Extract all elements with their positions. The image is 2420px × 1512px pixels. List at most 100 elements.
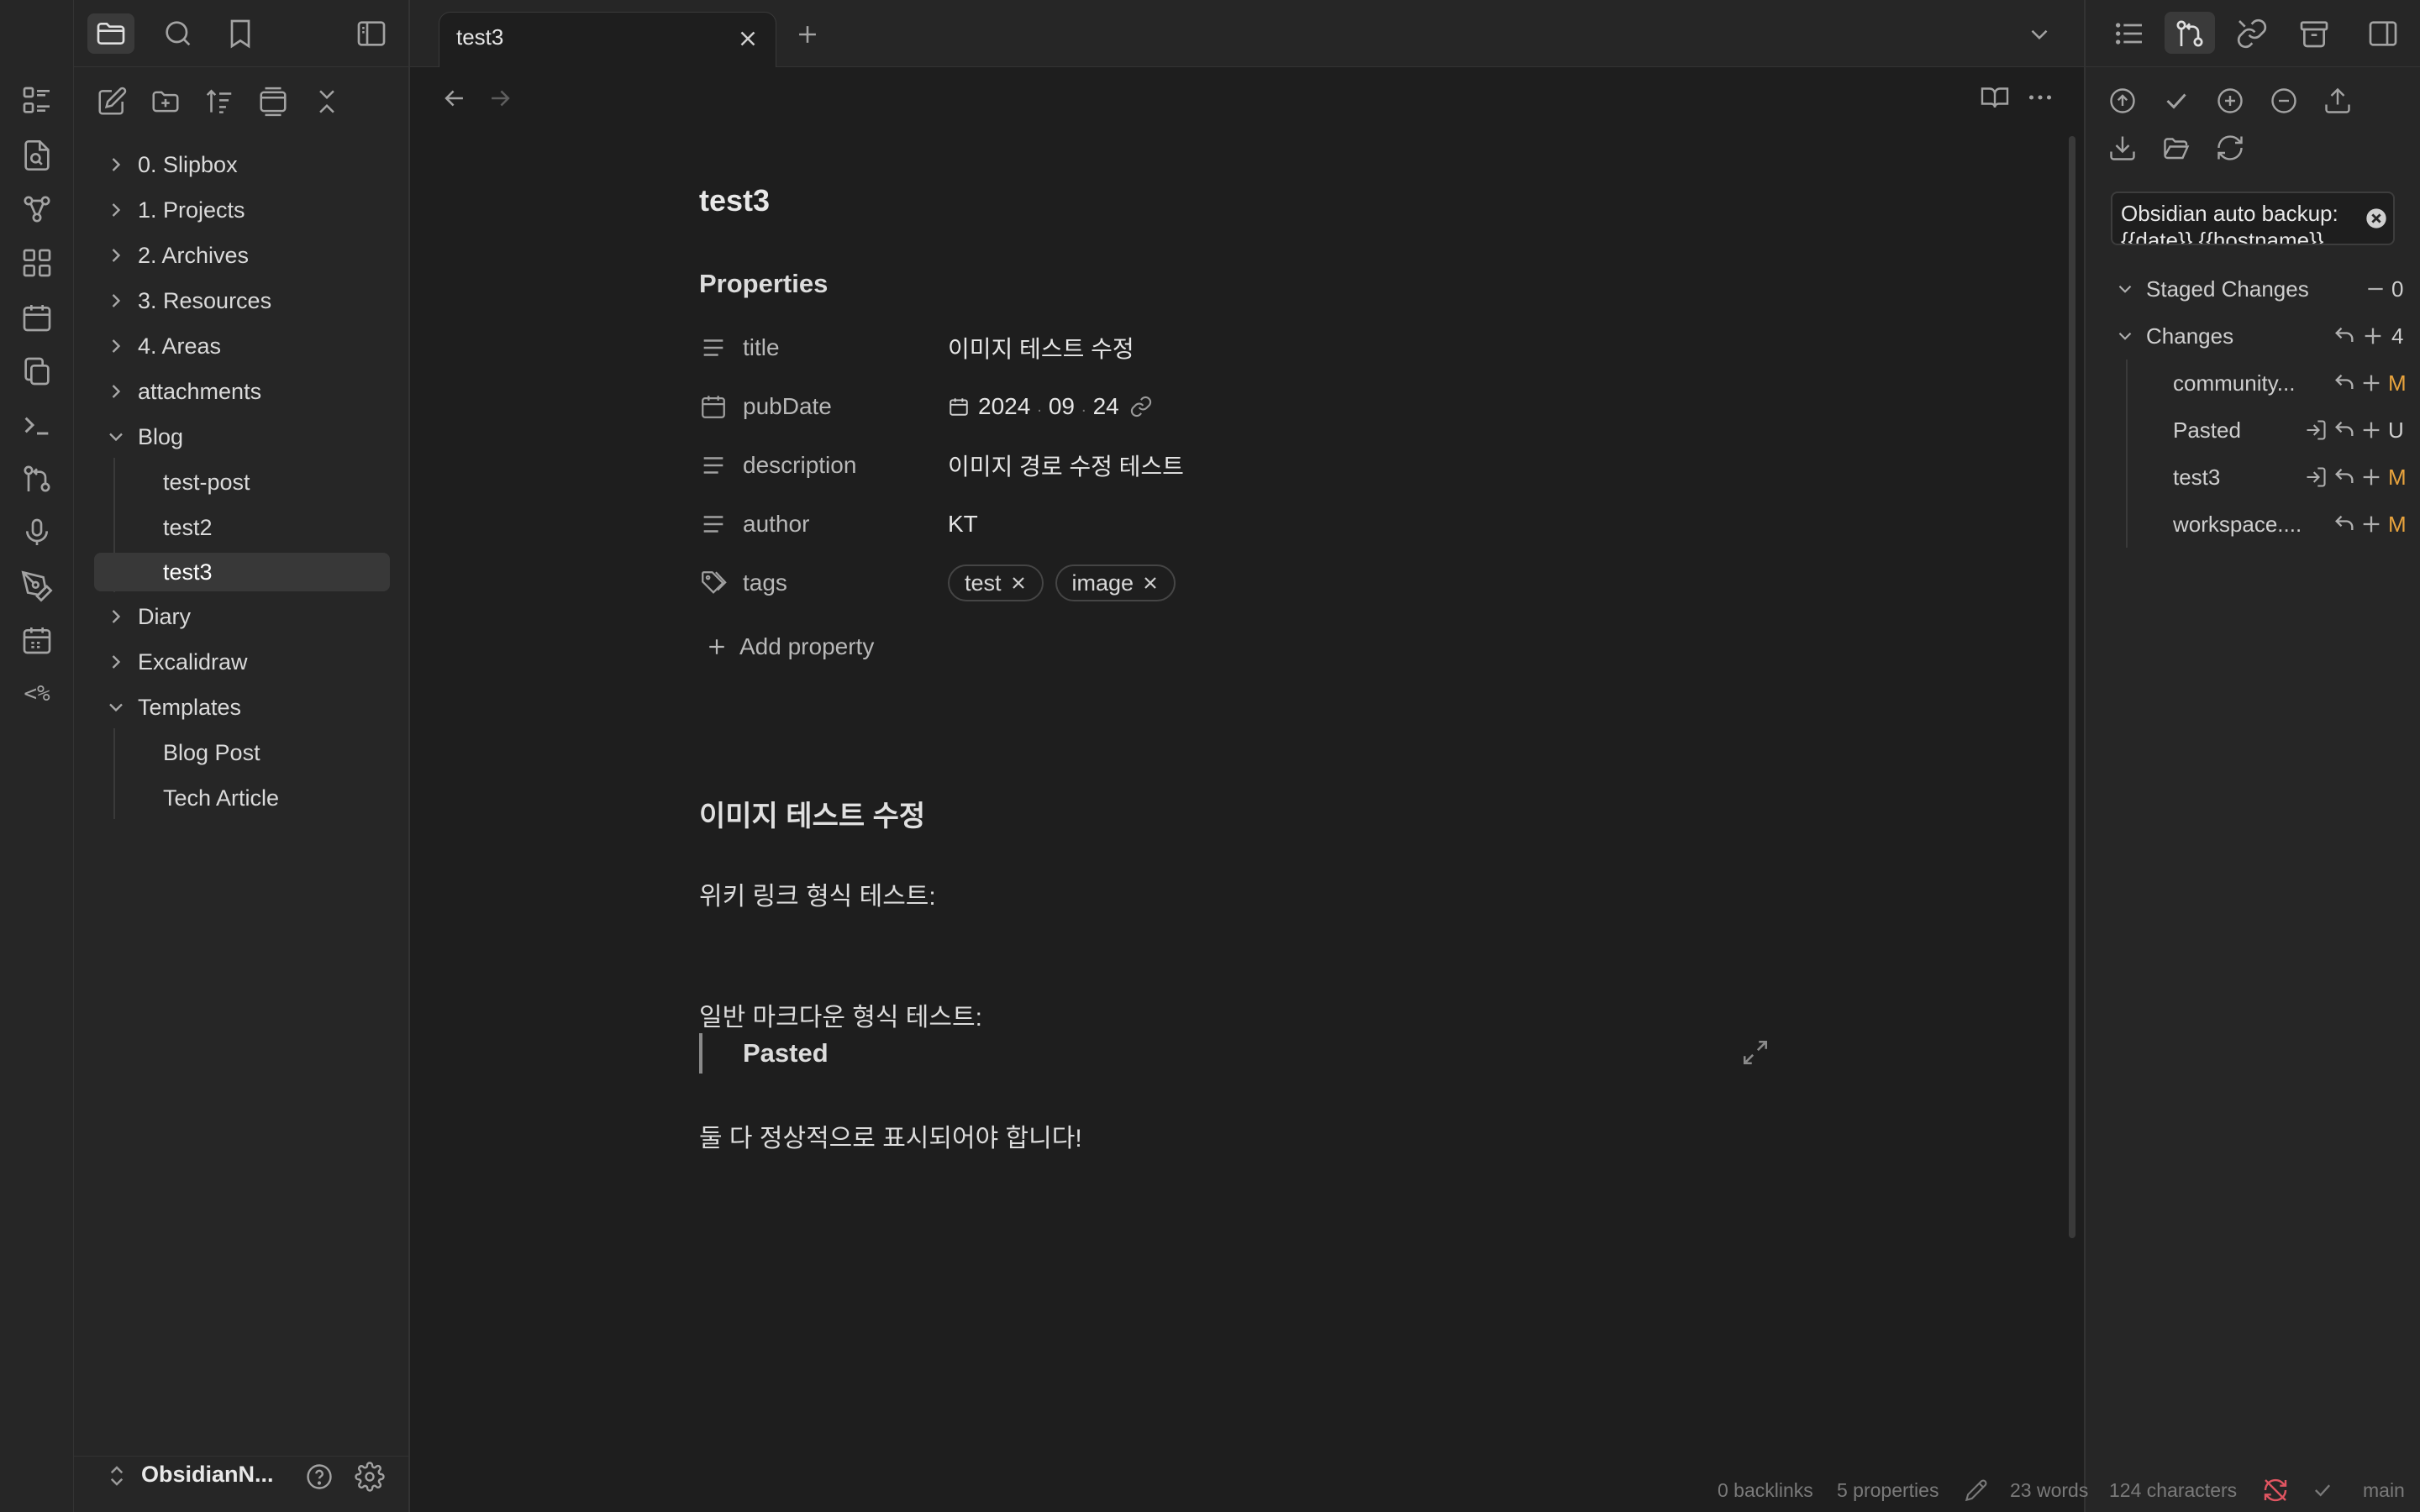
outline-list-icon[interactable] [2112,17,2146,50]
upload-icon[interactable] [2323,86,2353,116]
property-value[interactable]: 이미지 경로 수정 테스트 [948,449,1184,482]
scrollbar[interactable] [2069,136,2075,1238]
editing-mode-pencil-icon[interactable] [1965,1468,1990,1512]
daily-calendar-icon[interactable] [20,623,54,657]
templater-icon[interactable]: <% [17,677,57,711]
changed-file-row[interactable]: workspace.... M [2173,502,2408,546]
note-title[interactable]: test3 [699,183,770,218]
help-icon[interactable] [304,1462,334,1492]
archive-icon[interactable] [2297,17,2331,50]
property-tags[interactable]: tags test image [699,557,1455,609]
folder-attachments[interactable]: attachments [94,372,390,411]
git-source-control-icon[interactable] [2173,17,2207,50]
file-blog-post[interactable]: Blog Post [94,733,390,772]
properties-count[interactable]: 5 properties [1837,1468,1939,1512]
property-description[interactable]: description 이미지 경로 수정 테스트 [699,439,1455,491]
file-test2[interactable]: test2 [94,508,390,547]
backlinks-icon[interactable] [2235,17,2269,50]
file-test-post[interactable]: test-post [94,463,390,501]
file-search-icon[interactable] [20,139,54,172]
discard-undo-icon[interactable] [2333,371,2356,395]
tab-test3[interactable]: test3 [439,12,776,67]
new-note-icon[interactable] [96,86,128,118]
backlinks-count[interactable]: 0 backlinks [1718,1468,1813,1512]
stage-plus-icon[interactable] [2360,371,2383,395]
tab-list-chevron-down-icon[interactable] [2025,20,2054,49]
commit-check-icon[interactable] [2161,86,2191,116]
open-file-icon[interactable] [2304,418,2328,442]
sidebar-toggle-icon[interactable] [355,17,388,50]
folder-blog[interactable]: Blog [94,417,390,456]
unstage-all-icon[interactable] [2269,86,2299,116]
reading-view-book-icon[interactable] [1980,82,2010,113]
collapse-all-icon[interactable] [311,86,343,118]
stage-plus-icon[interactable] [2361,324,2385,348]
right-sidebar-toggle-icon[interactable] [2366,17,2400,50]
file-tech-article[interactable]: Tech Article [94,779,390,817]
embed-title[interactable]: Pasted [743,1038,829,1068]
property-value[interactable]: 이미지 테스트 수정 [948,331,1134,365]
paragraph[interactable]: 일반 마크다운 형식 테스트: [699,996,982,1033]
copy-files-icon[interactable] [20,354,54,388]
folder-icon[interactable] [94,17,128,50]
git-icon[interactable] [20,462,54,496]
changed-file-row[interactable]: test3 M [2173,455,2408,499]
remove-tag-icon[interactable] [1008,573,1028,593]
changed-file-row[interactable]: Pasted U [2173,408,2408,452]
link-icon[interactable] [1129,395,1153,418]
vault-switch-icon[interactable] [104,1463,129,1488]
stage-plus-icon[interactable] [2360,512,2383,536]
stage-plus-icon[interactable] [2360,418,2383,442]
sync-error-icon[interactable] [2262,1468,2291,1512]
clear-circle-x-icon[interactable] [2365,207,2388,230]
dashboard-icon[interactable] [20,84,54,118]
refresh-icon[interactable] [2215,133,2245,163]
download-pull-icon[interactable] [2107,133,2138,163]
microphone-icon[interactable] [20,516,54,549]
bookmark-icon[interactable] [224,17,257,50]
folder-1-projects[interactable]: 1. Projects [94,191,390,229]
forward-arrow-icon[interactable] [486,84,514,113]
date-input[interactable]: 2024 . 09 . 24 [948,393,1153,420]
tag-pill[interactable]: test [948,564,1044,601]
expand-embed-icon[interactable] [1741,1038,1770,1067]
unstage-minus-icon[interactable] [2365,278,2386,300]
changes-header[interactable]: Changes 4 [2114,314,2403,358]
settings-gear-icon[interactable] [355,1462,385,1492]
more-options-icon[interactable] [2025,82,2055,113]
search-icon[interactable] [161,17,195,50]
git-check-icon[interactable] [2311,1468,2336,1512]
paragraph[interactable]: 위키 링크 형식 테스트: [699,875,936,912]
commit-message-input[interactable]: Obsidian auto backup: {{date}} {{hostnam… [2111,192,2395,245]
discard-undo-icon[interactable] [2333,465,2356,489]
auto-reveal-icon[interactable] [257,86,289,118]
paragraph[interactable]: 둘 다 정상적으로 표시되어야 합니다! [699,1117,1082,1154]
remove-tag-icon[interactable] [1140,573,1160,593]
property-title[interactable]: title 이미지 테스트 수정 [699,322,1455,374]
pen-icon[interactable] [20,570,54,603]
folder-diary[interactable]: Diary [94,597,390,636]
property-pubdate[interactable]: pubDate 2024 . 09 . 24 [699,381,1455,433]
new-folder-icon[interactable] [150,86,182,118]
staged-changes-header[interactable]: Staged Changes 0 [2114,267,2403,311]
vault-name[interactable]: ObsidianN... [141,1462,274,1488]
graph-icon[interactable] [20,192,54,226]
open-file-icon[interactable] [2304,465,2328,489]
add-property-button[interactable]: Add property [704,630,874,664]
file-test3-active[interactable]: test3 [94,553,390,591]
property-value[interactable]: KT [948,511,978,538]
folder-3-resources[interactable]: 3. Resources [94,281,390,320]
back-arrow-icon[interactable] [440,84,469,113]
sort-icon[interactable] [203,86,235,118]
discard-undo-icon[interactable] [2333,324,2356,348]
changed-file-row[interactable]: community... M [2173,361,2408,405]
terminal-icon[interactable] [20,408,54,442]
stage-plus-icon[interactable] [2360,465,2383,489]
git-branch-name[interactable]: main [2363,1468,2405,1512]
folder-4-areas[interactable]: 4. Areas [94,327,390,365]
close-icon[interactable] [735,26,760,51]
new-tab-plus-icon[interactable] [793,20,822,49]
folder-templates[interactable]: Templates [94,688,390,727]
calendar-icon[interactable] [20,301,54,334]
tag-pill[interactable]: image [1055,564,1176,601]
